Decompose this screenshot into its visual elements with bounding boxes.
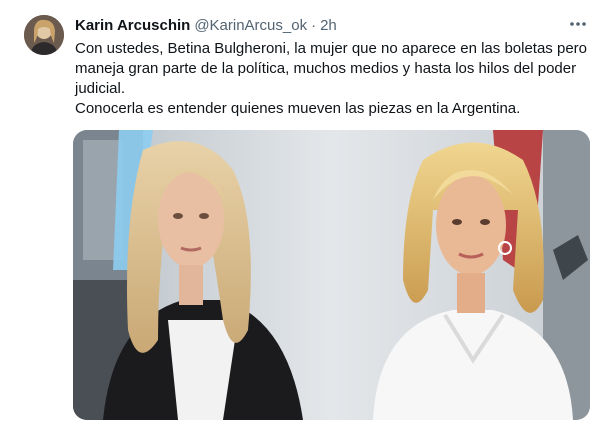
tweet-header: Karin Arcuschin @KarinArcus_ok · 2h xyxy=(75,15,337,35)
author-name[interactable]: Karin Arcuschin xyxy=(75,17,190,34)
author-handle[interactable]: @KarinArcus_ok xyxy=(194,17,307,34)
more-horizontal-icon xyxy=(570,22,586,26)
tweet-card[interactable]: Karin Arcuschin @KarinArcus_ok · 2h Con … xyxy=(0,0,608,430)
timestamp[interactable]: 2h xyxy=(320,17,337,34)
separator-dot: · xyxy=(311,16,317,34)
more-options-button[interactable] xyxy=(566,14,590,34)
tweet-photo[interactable] xyxy=(73,130,590,420)
tweet-text-paragraph-2: Conocerla es entender quienes mueven las… xyxy=(75,100,521,117)
tweet-text-paragraph-1: Con ustedes, Betina Bulgheroni, la mujer… xyxy=(75,40,587,97)
avatar[interactable] xyxy=(24,15,64,55)
tweet-text: Con ustedes, Betina Bulgheroni, la mujer… xyxy=(75,39,590,119)
